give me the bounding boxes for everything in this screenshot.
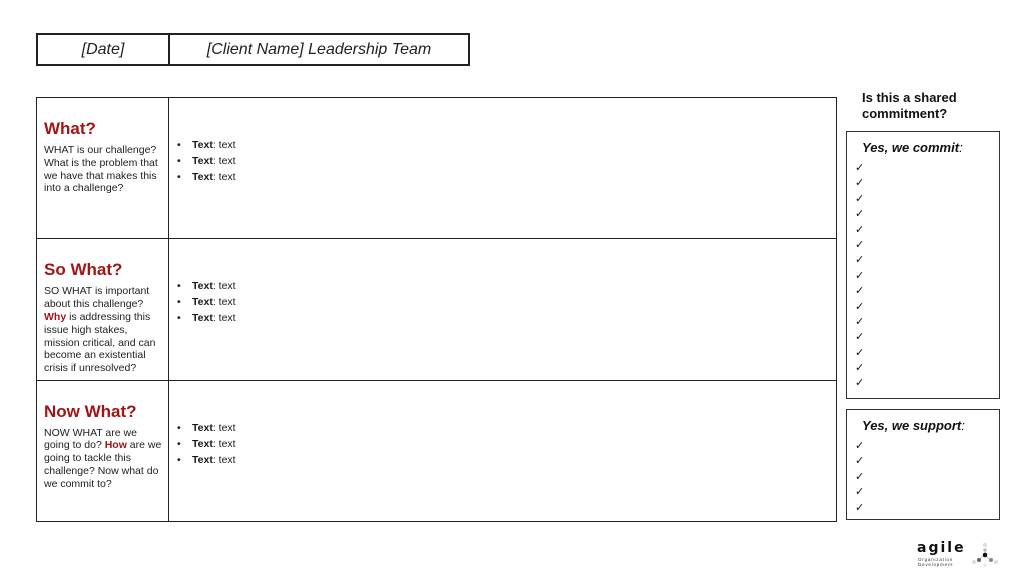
bullet-item: • Text: text [177, 153, 236, 169]
bullet-label: Text [192, 312, 213, 325]
bullet-icon: • [177, 171, 181, 184]
support-check-list: ✓ ✓ ✓ ✓ ✓ [855, 439, 999, 516]
checkmark-icon[interactable]: ✓ [855, 238, 999, 253]
bullet-icon: • [177, 421, 181, 434]
bullet-icon: • [177, 312, 181, 325]
support-title-text: Yes, we support [862, 418, 962, 433]
row-what: What? WHAT is our challenge? What is the… [37, 98, 836, 240]
bullet-list: • Text: text • Text: text • Text: text [177, 278, 236, 326]
bullet-icon: • [177, 139, 181, 152]
bullet-value: : text [212, 139, 236, 152]
row-so-what-description: SO WHAT is important about this challeng… [44, 285, 162, 375]
checkmark-icon[interactable]: ✓ [855, 485, 999, 500]
bullet-label: Text [192, 155, 213, 168]
row-what-prompt: What? WHAT is our challenge? What is the… [37, 98, 169, 239]
bullet-value: : text [212, 171, 236, 184]
bullet-label: Text [192, 171, 213, 184]
checkmark-icon[interactable]: ✓ [855, 439, 999, 454]
shared-commitment-question: Is this a shared commitment? [862, 90, 957, 121]
bullet-item: • Text: text [177, 294, 236, 310]
support-title: Yes, we support: [862, 418, 999, 433]
checkmark-icon[interactable]: ✓ [855, 470, 999, 485]
header-box: [Date] [Client Name] Leadership Team [36, 33, 470, 66]
checkmark-icon[interactable]: ✓ [855, 454, 999, 469]
bullet-icon: • [177, 280, 181, 293]
bullet-item: • Text: text [177, 452, 236, 468]
bullet-icon: • [177, 155, 181, 168]
what-so-what-now-what-table: What? WHAT is our challenge? What is the… [36, 97, 837, 522]
row-so-what-content[interactable]: • Text: text • Text: text • Text: text [169, 239, 836, 379]
row-now-what-prompt: Now What? NOW WHAT are we going to do? H… [37, 380, 169, 521]
row-what-content[interactable]: • Text: text • Text: text • Text: text [169, 98, 836, 238]
bullet-label: Text [192, 280, 213, 293]
molecule-icon [972, 542, 998, 567]
row-so-what-title: So What? [44, 260, 123, 280]
checkmark-icon[interactable]: ✓ [855, 300, 999, 315]
checkmark-icon[interactable]: ✓ [855, 361, 999, 376]
row-now-what-title: Now What? [44, 401, 137, 421]
colon: : [959, 140, 963, 155]
bullet-list: • Text: text • Text: text • Text: text [177, 137, 236, 185]
bullet-value: : text [212, 155, 236, 168]
checkmark-icon[interactable]: ✓ [855, 223, 999, 238]
row-so-what-prompt: So What? SO WHAT is important about this… [37, 239, 169, 380]
bullet-icon: • [177, 296, 181, 309]
bullet-item: • Text: text [177, 137, 236, 153]
date-field[interactable]: [Date] [38, 35, 170, 64]
colon: : [961, 418, 965, 433]
bullet-label: Text [192, 296, 213, 309]
checkmark-icon[interactable]: ✓ [855, 284, 999, 299]
bullet-value: : text [212, 421, 236, 434]
checkmark-icon[interactable]: ✓ [855, 192, 999, 207]
bullet-icon: • [177, 453, 181, 466]
bullet-item: • Text: text [177, 169, 236, 185]
checkmark-icon[interactable]: ✓ [855, 176, 999, 191]
logo-subtitle-line: Development [918, 562, 954, 567]
bullet-value: : text [212, 312, 236, 325]
client-team-field[interactable]: [Client Name] Leadership Team [170, 35, 468, 64]
bullet-value: : text [212, 280, 236, 293]
logo-subtitle: Organization Development [918, 557, 953, 567]
checkmark-icon[interactable]: ✓ [855, 501, 999, 516]
bullet-value: : text [212, 453, 236, 466]
bullet-label: Text [192, 139, 213, 152]
checkmark-icon[interactable]: ✓ [855, 376, 999, 391]
commit-title-text: Yes, we commit [862, 140, 960, 155]
bullet-label: Text [192, 437, 213, 450]
checkmark-icon[interactable]: ✓ [855, 269, 999, 284]
desc-highlight: How [104, 439, 127, 452]
support-box: Yes, we support: ✓ ✓ ✓ ✓ ✓ [846, 409, 1000, 520]
commit-check-list: ✓ ✓ ✓ ✓ ✓ ✓ ✓ ✓ ✓ ✓ ✓ ✓ ✓ ✓ ✓ [855, 161, 999, 392]
desc-text: SO WHAT is important about this challeng… [44, 285, 150, 311]
bullet-icon: • [177, 437, 181, 450]
checkmark-icon[interactable]: ✓ [855, 315, 999, 330]
bullet-value: : text [212, 437, 236, 450]
checkmark-icon[interactable]: ✓ [855, 330, 999, 345]
row-now-what-content[interactable]: • Text: text • Text: text • Text: text [169, 381, 836, 521]
checkmark-icon[interactable]: ✓ [855, 346, 999, 361]
checkmark-icon[interactable]: ✓ [855, 253, 999, 268]
row-so-what: So What? SO WHAT is important about this… [37, 239, 836, 381]
bullet-value: : text [212, 296, 236, 309]
commit-title: Yes, we commit: [862, 140, 999, 155]
bullet-list: • Text: text • Text: text • Text: text [177, 420, 236, 468]
bullet-label: Text [192, 453, 213, 466]
bullet-item: • Text: text [177, 420, 236, 436]
agile-od-logo: agile Organization Development [915, 540, 1015, 570]
row-what-description: WHAT is our challenge? What is the probl… [44, 144, 158, 195]
bullet-item: • Text: text [177, 310, 236, 326]
bullet-label: Text [192, 421, 213, 434]
checkmark-icon[interactable]: ✓ [855, 207, 999, 222]
row-what-title: What? [44, 119, 96, 138]
bullet-item: • Text: text [177, 278, 236, 294]
bullet-item: • Text: text [177, 436, 236, 452]
row-now-what: Now What? NOW WHAT are we going to do? H… [37, 380, 836, 521]
desc-highlight: Why [44, 310, 67, 323]
logo-wordmark: agile [917, 540, 966, 556]
checkmark-icon[interactable]: ✓ [855, 161, 999, 176]
row-now-what-description: NOW WHAT are we going to do? How are we … [44, 427, 162, 491]
commit-box: Yes, we commit: ✓ ✓ ✓ ✓ ✓ ✓ ✓ ✓ ✓ ✓ ✓ ✓ ✓ ✓ ✓ [846, 131, 1000, 399]
